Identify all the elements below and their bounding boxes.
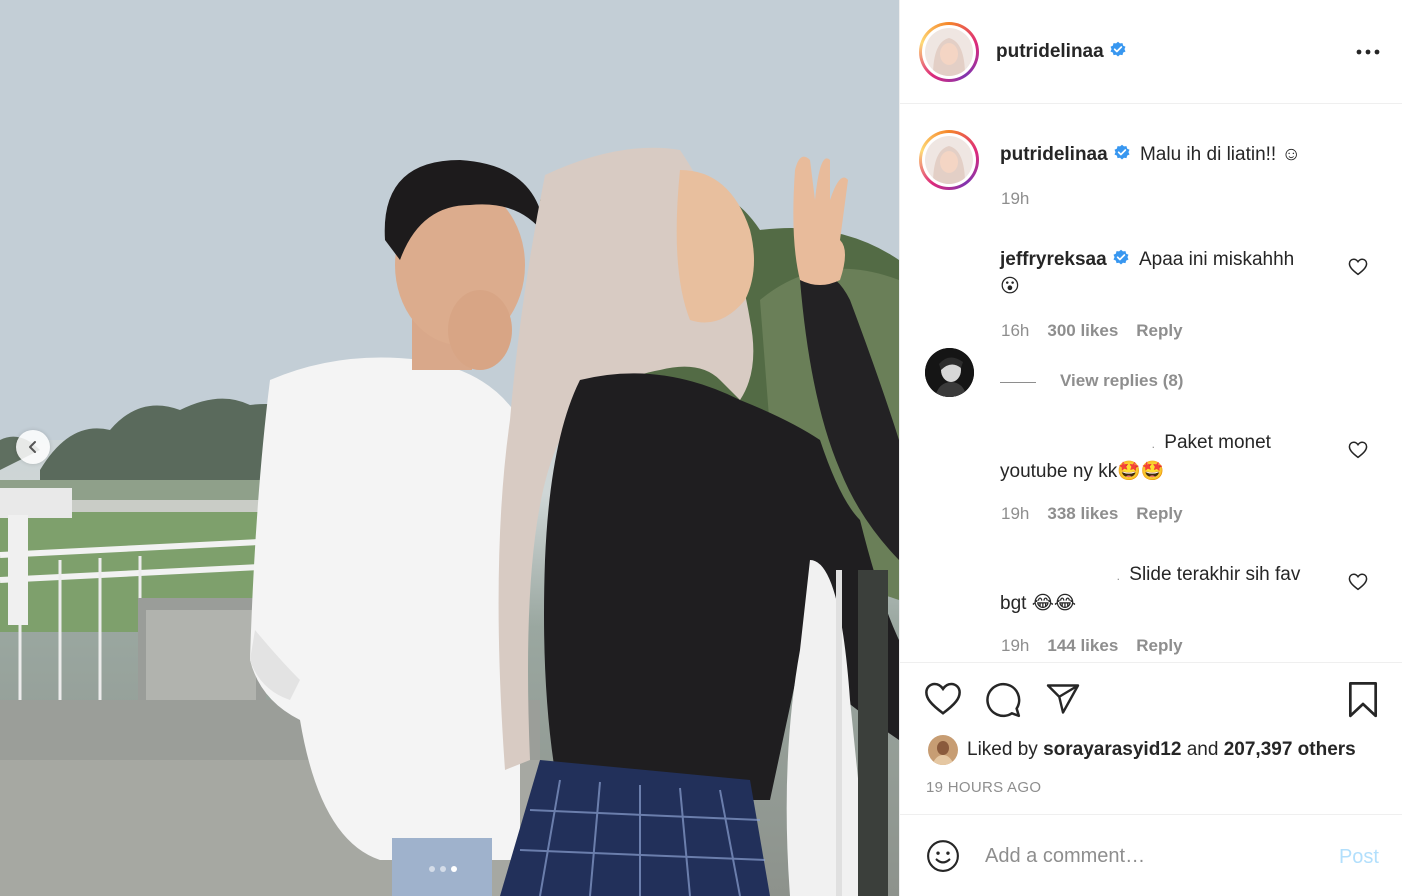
comment-time[interactable]: 19h xyxy=(1001,636,1029,656)
carousel-dot-active xyxy=(451,866,457,872)
profile-avatar[interactable] xyxy=(919,21,979,82)
carousel-dot xyxy=(429,866,435,872)
comment-time[interactable]: 16h xyxy=(1001,321,1029,341)
comment-like-heart-icon[interactable] xyxy=(1348,258,1368,276)
comment-reply-button[interactable]: Reply xyxy=(1136,321,1182,341)
comment-time[interactable]: 19h xyxy=(1001,504,1029,524)
caption-avatar[interactable] xyxy=(919,130,979,190)
comment-likes[interactable]: 338 likes xyxy=(1047,504,1118,524)
header-username-text[interactable]: putridelinaa xyxy=(996,41,1104,62)
chevron-left-icon xyxy=(29,441,36,453)
post-media[interactable] xyxy=(0,0,899,896)
comment-likes[interactable]: 144 likes xyxy=(1047,636,1118,656)
add-comment-bar: Post xyxy=(900,814,1402,896)
more-options-button[interactable] xyxy=(1356,40,1380,64)
comment-reply-button[interactable]: Reply xyxy=(1136,636,1182,656)
comment-username[interactable]: . xyxy=(1000,563,1120,590)
caption: putridelinaa Malu ih di liatin!! ☺ xyxy=(1000,141,1301,168)
post-timestamp[interactable]: 19 HOURS AGO xyxy=(926,779,1041,796)
likes-summary: Liked by sorayarasyid12 and 207,397 othe… xyxy=(928,735,1356,765)
verified-badge-icon xyxy=(1114,144,1130,160)
comment-text-line2: 😮 xyxy=(1000,276,1020,297)
avatar-image xyxy=(925,27,973,76)
header-username[interactable]: putridelinaa xyxy=(996,41,1127,63)
likes-count[interactable]: 207,397 others xyxy=(1224,739,1356,761)
post-details-panel: putridelinaa putridelinaa Malu ih di lia… xyxy=(899,0,1402,896)
comment-text-line2: bgt 😂😂 xyxy=(1000,593,1077,614)
comment-reply-button[interactable]: Reply xyxy=(1136,504,1182,524)
carousel-dot xyxy=(440,866,446,872)
comment-username[interactable]: jeffryreksaa xyxy=(1000,249,1107,270)
verified-badge-icon xyxy=(1113,249,1129,265)
like-heart-icon[interactable] xyxy=(924,681,962,717)
emoji-smile-icon[interactable] xyxy=(926,839,960,873)
comment-text: Apaa ini miskahhh xyxy=(1138,249,1295,270)
comment-item: jeffryreksaa Apaa ini miskahhh 😮 xyxy=(1000,246,1330,300)
post-actions: Liked by sorayarasyid12 and 207,397 othe… xyxy=(900,662,1402,796)
caption-text: Malu ih di liatin!! ☺ xyxy=(1139,144,1301,165)
comment-text-line2: youtube ny kk🤩🤩 xyxy=(1000,461,1165,482)
liked-by-prefix: Liked by xyxy=(967,739,1038,760)
carousel-prev-button[interactable] xyxy=(16,430,50,464)
post-header: putridelinaa xyxy=(900,0,1402,104)
comment-text: Slide terakhir sih fav xyxy=(1129,564,1301,585)
carousel-indicator xyxy=(429,866,457,872)
comment-meta: 19h 338 likes Reply xyxy=(1001,504,1183,524)
comment-input[interactable] xyxy=(985,841,1305,871)
liked-by-user[interactable]: sorayarasyid12 xyxy=(1043,739,1181,761)
comment-username[interactable]: . xyxy=(1000,431,1155,458)
comment-icon[interactable] xyxy=(984,681,1022,719)
avatar-image xyxy=(925,348,974,397)
comment-item: . Slide terakhir sih fav bgt 😂😂 xyxy=(1000,561,1330,617)
comment-avatar[interactable] xyxy=(925,348,974,397)
liked-by-and: and xyxy=(1186,739,1219,760)
comment-meta: 16h 300 likes Reply xyxy=(1001,321,1183,341)
save-bookmark-icon[interactable] xyxy=(1346,681,1380,719)
post-comment-button[interactable]: Post xyxy=(1339,846,1379,869)
replies-divider xyxy=(1000,382,1036,383)
share-icon[interactable] xyxy=(1044,681,1082,717)
caption-username[interactable]: putridelinaa xyxy=(1000,144,1108,165)
post-photo xyxy=(0,0,899,896)
view-replies-button[interactable]: View replies (8) xyxy=(1060,371,1183,391)
caption-time[interactable]: 19h xyxy=(1001,189,1029,209)
comments-list[interactable]: putridelinaa Malu ih di liatin!! ☺ 19h j… xyxy=(900,105,1402,662)
comment-likes[interactable]: 300 likes xyxy=(1047,321,1118,341)
comment-item: . Paket monet youtube ny kk🤩🤩 xyxy=(1000,429,1330,485)
comment-like-heart-icon[interactable] xyxy=(1348,441,1368,459)
liker-avatar[interactable] xyxy=(928,735,958,765)
verified-badge-icon xyxy=(1110,41,1126,56)
more-horizontal-icon xyxy=(1356,49,1380,55)
comment-meta: 19h 144 likes Reply xyxy=(1001,636,1183,656)
caption-meta: 19h xyxy=(1001,189,1029,209)
comment-text: Paket monet xyxy=(1164,432,1271,453)
comment-like-heart-icon[interactable] xyxy=(1348,573,1368,591)
avatar-image xyxy=(928,735,958,765)
avatar-image xyxy=(925,136,973,184)
